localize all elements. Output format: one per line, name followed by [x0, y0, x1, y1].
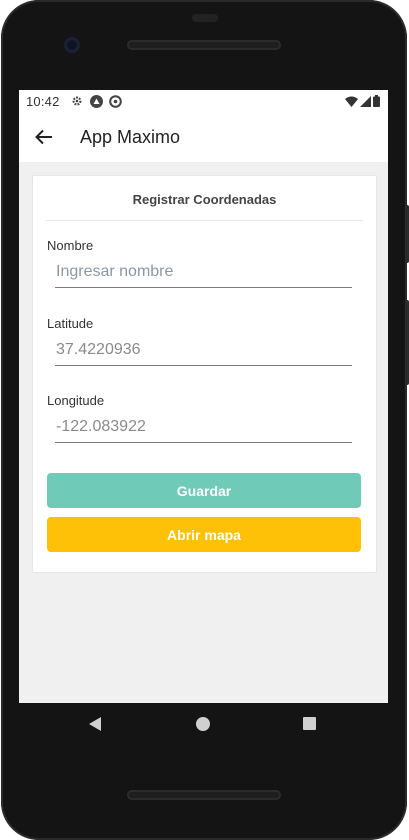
recents-square-icon[interactable]: [303, 717, 316, 730]
android-icon: [89, 94, 103, 108]
save-button[interactable]: Guardar: [47, 473, 361, 508]
longitude-label: Longitude: [47, 393, 105, 408]
navigation-bar: [19, 703, 388, 746]
latitude-input[interactable]: [55, 335, 352, 366]
open-map-button[interactable]: Abrir mapa: [47, 517, 361, 552]
notification-icons: [71, 94, 122, 108]
gear-icon: [71, 95, 84, 108]
battery-icon: [373, 94, 380, 112]
front-camera: [64, 37, 80, 53]
back-button[interactable]: [32, 125, 56, 149]
no-sync-icon: [108, 94, 122, 108]
form-title: Registrar Coordenadas: [132, 192, 277, 207]
status-bar: 10:42: [19, 90, 388, 112]
title-divider: [46, 220, 363, 221]
arrow-left-icon: [35, 129, 52, 145]
power-button: [405, 300, 409, 385]
phone-device: 10:42 App Maximo Registrar Coordenadas N…: [0, 0, 409, 840]
signal-icon: [360, 94, 371, 112]
system-status-icons: [345, 94, 380, 112]
status-time: 10:42: [26, 93, 60, 109]
coordinates-form-card: Registrar Coordenadas Nombre Latitude Lo…: [32, 175, 377, 573]
longitude-input[interactable]: [55, 412, 352, 443]
back-triangle-icon[interactable]: [89, 717, 101, 731]
volume-button: [405, 205, 409, 263]
name-input[interactable]: [55, 257, 352, 288]
app-title: App Maximo: [80, 126, 181, 147]
home-circle-icon[interactable]: [196, 717, 210, 731]
bottom-speaker: [127, 790, 281, 800]
app-bar: App Maximo: [19, 112, 388, 162]
screen: 10:42 App Maximo Registrar Coordenadas N…: [19, 90, 388, 703]
top-sensor: [192, 14, 218, 22]
latitude-label: Latitude: [47, 316, 94, 331]
top-speaker: [127, 40, 281, 50]
name-label: Nombre: [47, 238, 94, 253]
wifi-icon: [345, 94, 358, 112]
